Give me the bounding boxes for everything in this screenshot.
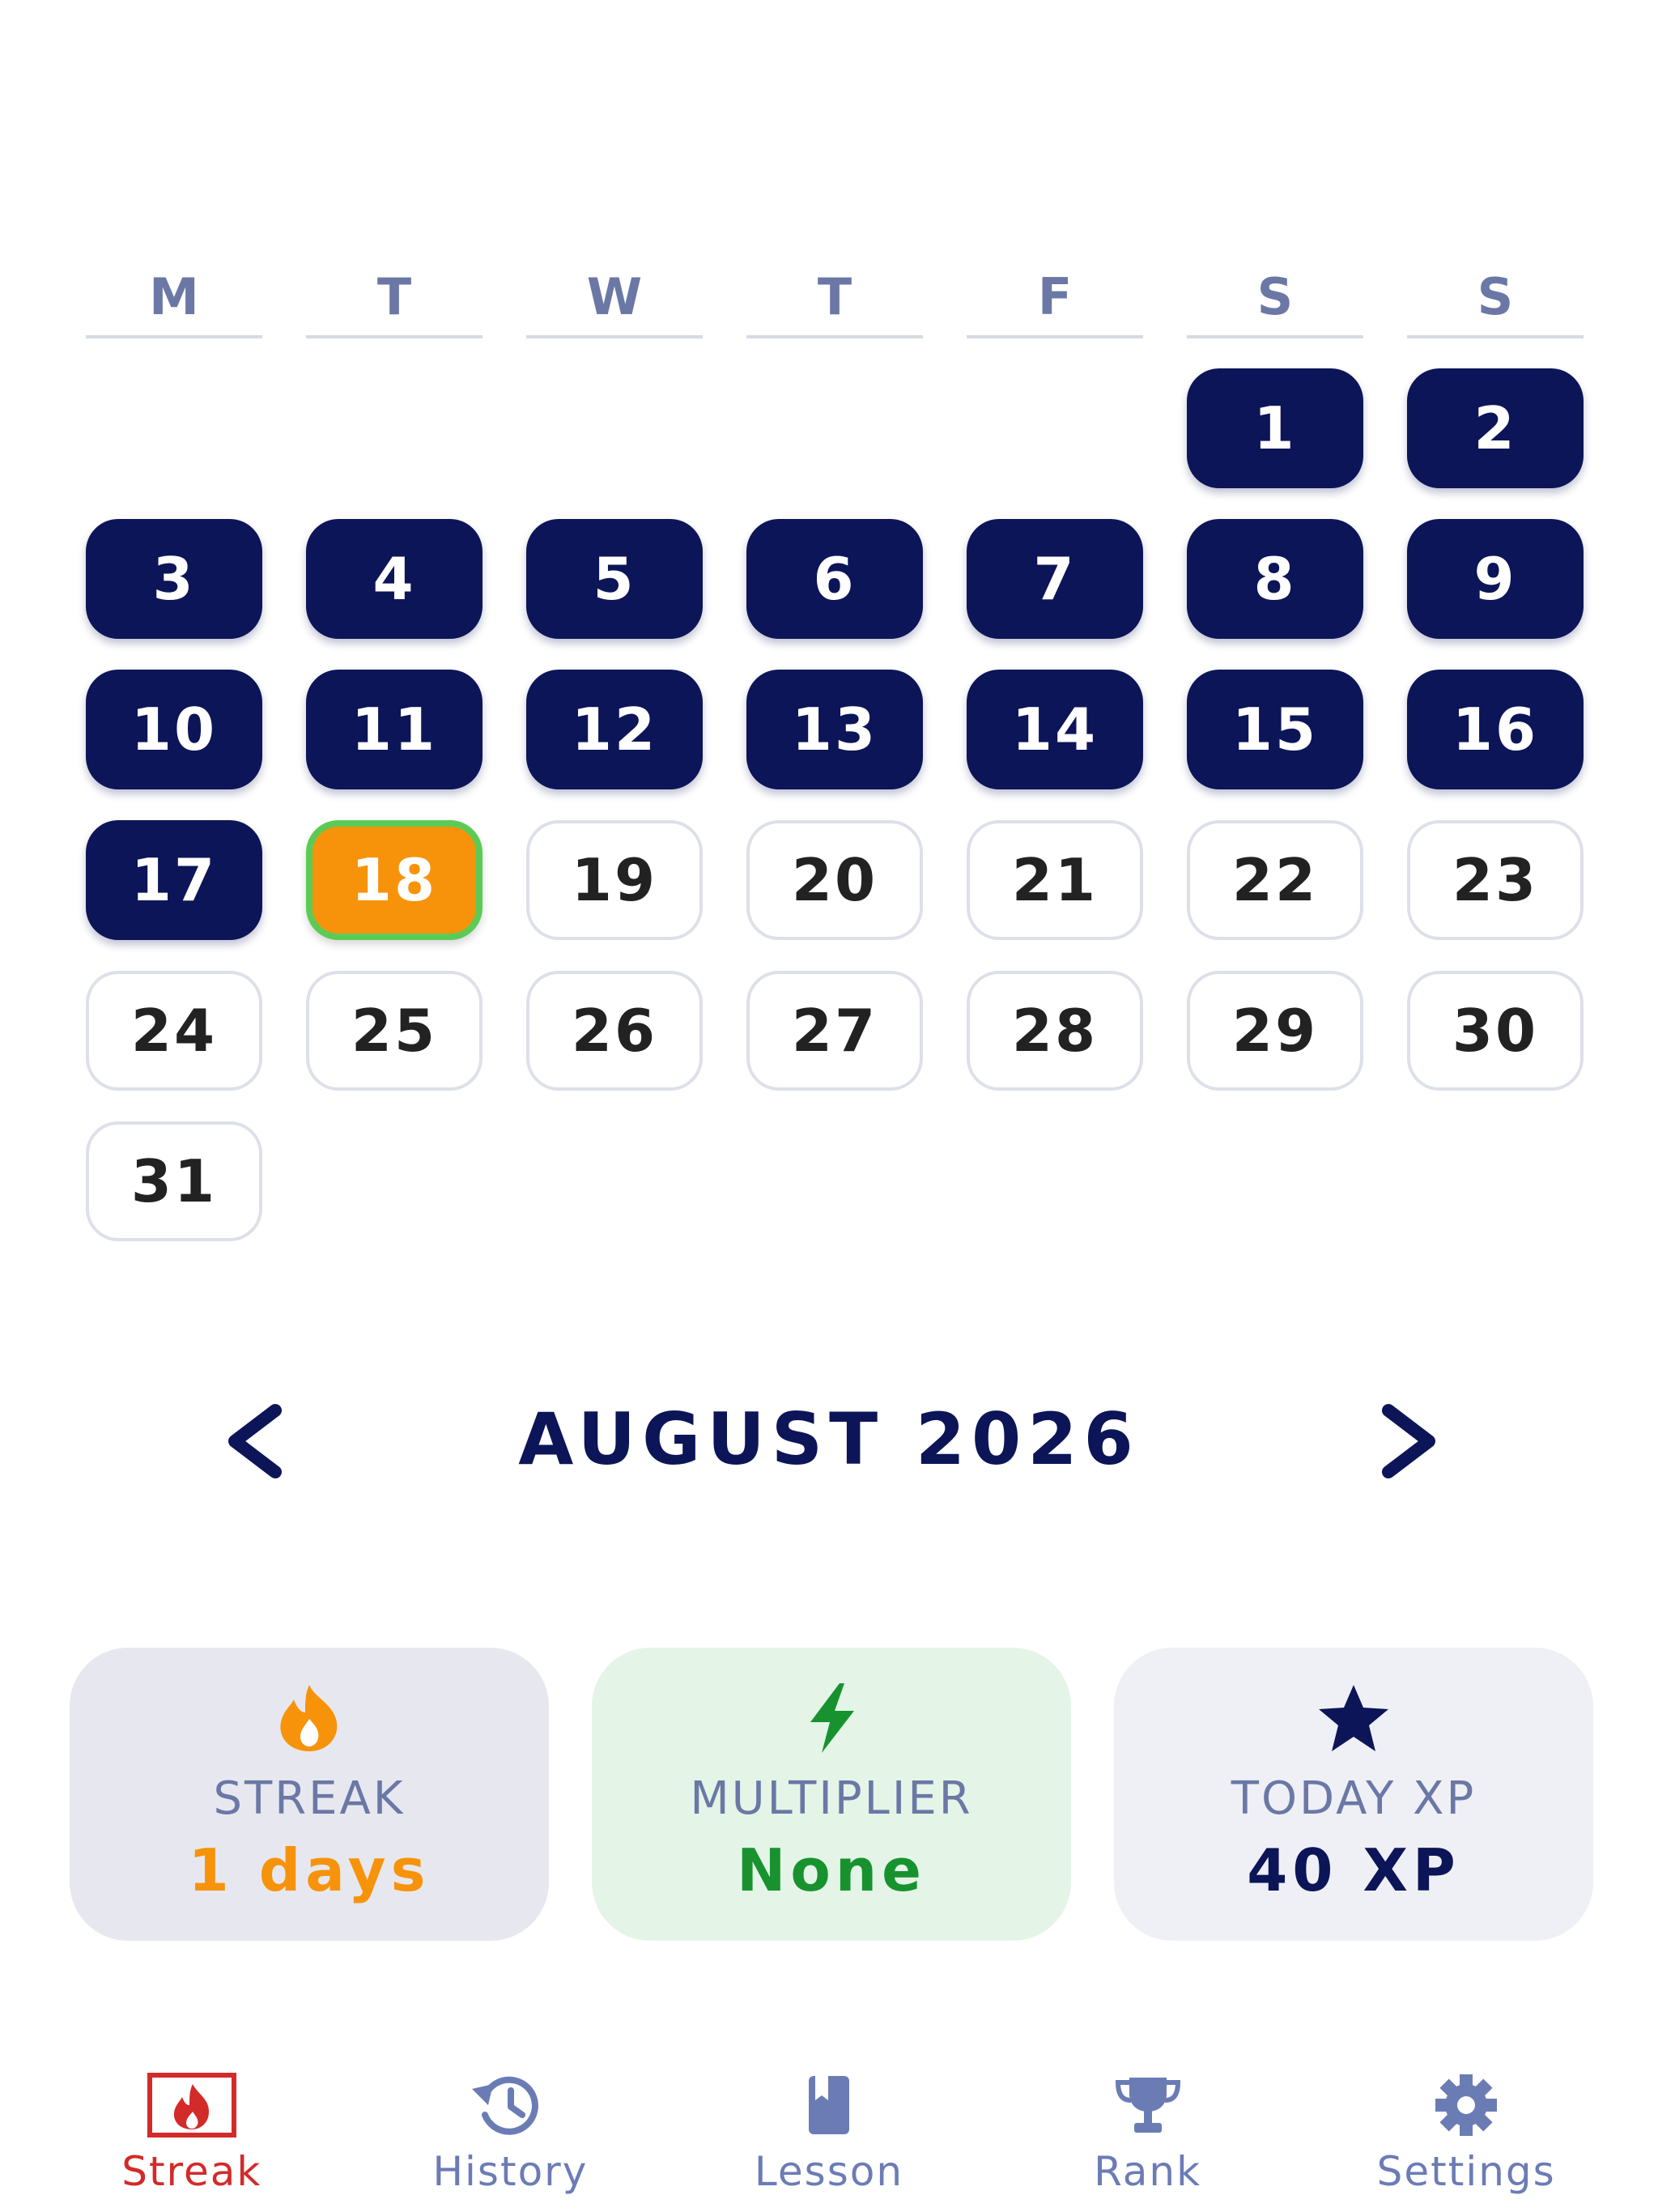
calendar-day-20[interactable]: 20 bbox=[746, 820, 923, 940]
nav-history-label: History bbox=[432, 2148, 589, 2195]
calendar-day-7[interactable]: 7 bbox=[967, 519, 1143, 639]
calendar-day-19[interactable]: 19 bbox=[526, 820, 703, 940]
calendar-day-28[interactable]: 28 bbox=[967, 971, 1143, 1091]
book-icon bbox=[784, 2069, 874, 2142]
calendar-day-1[interactable]: 1 bbox=[1187, 368, 1363, 488]
weekday-tue: T bbox=[306, 257, 483, 338]
nav-streak-label: Streak bbox=[121, 2148, 262, 2195]
today-xp-label: TODAY XP bbox=[1231, 1772, 1477, 1825]
calendar-day-29[interactable]: 29 bbox=[1187, 971, 1363, 1091]
nav-lesson[interactable]: Lesson bbox=[708, 2044, 950, 2195]
fire-icon bbox=[265, 1682, 354, 1755]
nav-settings-label: Settings bbox=[1376, 2148, 1556, 2195]
streak-value: 1 days bbox=[188, 1836, 431, 1904]
calendar-day-14[interactable]: 14 bbox=[967, 670, 1143, 789]
chevron-right-icon bbox=[1382, 1404, 1435, 1478]
next-month-button[interactable] bbox=[1360, 1393, 1457, 1490]
weekday-sat: S bbox=[1187, 257, 1363, 338]
weekday-sun: S bbox=[1407, 257, 1584, 338]
nav-lesson-label: Lesson bbox=[754, 2148, 904, 2195]
weekday-fri: F bbox=[967, 257, 1143, 338]
calendar-day-30[interactable]: 30 bbox=[1407, 971, 1584, 1091]
calendar-day-26[interactable]: 26 bbox=[526, 971, 703, 1091]
calendar-day-6[interactable]: 6 bbox=[746, 519, 923, 639]
calendar-day-9[interactable]: 9 bbox=[1407, 519, 1584, 639]
calendar-day-2[interactable]: 2 bbox=[1407, 368, 1584, 488]
calendar-day-25[interactable]: 25 bbox=[306, 971, 483, 1091]
multiplier-label: MULTIPLIER bbox=[690, 1772, 973, 1825]
history-icon bbox=[466, 2069, 555, 2142]
nav-settings[interactable]: Settings bbox=[1345, 2044, 1588, 2195]
calendar-day-22[interactable]: 22 bbox=[1187, 820, 1363, 940]
calendar-day-4[interactable]: 4 bbox=[306, 519, 483, 639]
today-xp-card: TODAY XP 40 XP bbox=[1114, 1648, 1593, 1941]
stats-row: STREAK 1 days MULTIPLIER None TODAY XP 4… bbox=[70, 1648, 1593, 1941]
streak-label: STREAK bbox=[213, 1772, 406, 1825]
calendar-day-18-today[interactable]: 18 bbox=[306, 820, 483, 940]
gear-icon bbox=[1422, 2069, 1511, 2142]
calendar-day-12[interactable]: 12 bbox=[526, 670, 703, 789]
lightning-bolt-icon bbox=[799, 1682, 864, 1755]
weekday-wed: W bbox=[526, 257, 703, 338]
streak-card: STREAK 1 days bbox=[70, 1648, 549, 1941]
nav-streak[interactable]: Streak bbox=[70, 2044, 313, 2195]
calendar-day-17[interactable]: 17 bbox=[86, 820, 262, 940]
nav-rank[interactable]: Rank bbox=[1027, 2044, 1269, 2195]
nav-rank-label: Rank bbox=[1094, 2148, 1202, 2195]
streak-fire-icon bbox=[147, 2069, 236, 2142]
weekday-header: M T W T F S S bbox=[86, 257, 1584, 338]
calendar-day-5[interactable]: 5 bbox=[526, 519, 703, 639]
calendar-day-10[interactable]: 10 bbox=[86, 670, 262, 789]
calendar-day-16[interactable]: 16 bbox=[1407, 670, 1584, 789]
calendar-grid: 1 2 3 4 5 6 7 8 9 10 11 12 13 14 15 16 17 18 19 20 21 22 23 24 2… bbox=[86, 368, 1584, 1241]
calendar-day-11[interactable]: 11 bbox=[306, 670, 483, 789]
month-navigation: AUGUST 2026 bbox=[0, 1376, 1658, 1506]
bottom-navigation: Streak History Lesson Rank Settings bbox=[0, 2044, 1658, 2212]
calendar-day-27[interactable]: 27 bbox=[746, 971, 923, 1091]
calendar-day-31[interactable]: 31 bbox=[86, 1121, 262, 1241]
multiplier-value: None bbox=[737, 1836, 926, 1904]
calendar-day-15[interactable]: 15 bbox=[1187, 670, 1363, 789]
calendar-day-8[interactable]: 8 bbox=[1187, 519, 1363, 639]
weekday-mon: M bbox=[86, 257, 262, 338]
nav-history[interactable]: History bbox=[389, 2044, 631, 2195]
calendar-day-21[interactable]: 21 bbox=[967, 820, 1143, 940]
calendar-day-24[interactable]: 24 bbox=[86, 971, 262, 1091]
calendar-day-3[interactable]: 3 bbox=[86, 519, 262, 639]
calendar-day-23[interactable]: 23 bbox=[1407, 820, 1584, 940]
calendar-day-13[interactable]: 13 bbox=[746, 670, 923, 789]
multiplier-card: MULTIPLIER None bbox=[592, 1648, 1071, 1941]
today-xp-value: 40 XP bbox=[1247, 1836, 1460, 1904]
star-icon bbox=[1309, 1682, 1398, 1755]
weekday-thu: T bbox=[746, 257, 923, 338]
trophy-icon bbox=[1103, 2069, 1192, 2142]
